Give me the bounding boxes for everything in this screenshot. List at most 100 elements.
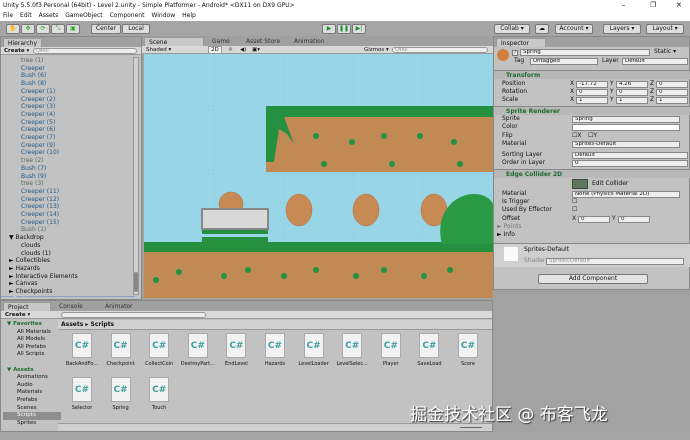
transform-header[interactable]: Transform xyxy=(494,70,690,79)
menu-file[interactable]: File xyxy=(3,12,13,19)
tab-asset-store[interactable]: Asset Store xyxy=(242,37,284,46)
lighting-icon[interactable]: ☼ xyxy=(228,46,233,54)
audio-icon[interactable]: ◀) xyxy=(240,46,246,54)
hierarchy-item[interactable]: Creeper (10) xyxy=(21,149,59,157)
project-search[interactable] xyxy=(61,312,206,318)
hierarchy-item[interactable]: Creeper (7) xyxy=(21,134,55,142)
hierarchy-item[interactable]: Bush (8) xyxy=(21,80,46,88)
project-folder[interactable]: Sprites xyxy=(3,420,61,428)
hierarchy-item[interactable]: Bush (6) xyxy=(21,72,46,80)
script-asset[interactable]: C# CollectCoin xyxy=(139,333,179,367)
pivot-local-button[interactable]: Local xyxy=(122,24,150,34)
tab-console[interactable]: Console xyxy=(55,302,87,311)
scale-x-field[interactable]: 1 xyxy=(576,97,608,104)
hierarchy-item[interactable]: ► Interactive Elements xyxy=(9,273,78,281)
sorting-layer-dropdown[interactable]: Default xyxy=(572,152,688,159)
breadcrumb-scripts[interactable]: Scripts xyxy=(91,321,115,328)
effects-icon[interactable]: ▣▾ xyxy=(252,46,260,54)
project-folder[interactable]: All Models xyxy=(3,336,61,344)
sprite-field[interactable]: Spring xyxy=(572,116,680,123)
menu-edit[interactable]: Edit xyxy=(20,12,32,19)
project-folder[interactable]: ▼ Favorites xyxy=(3,321,61,329)
rect-tool-icon[interactable]: ▣ xyxy=(66,24,80,34)
tab-game[interactable]: Game xyxy=(208,37,234,46)
script-asset[interactable]: C# SaveLoad xyxy=(409,333,449,367)
hierarchy-item[interactable]: Creeper (3) xyxy=(21,103,55,111)
static-toggle[interactable]: Static ▾ xyxy=(654,48,676,56)
hierarchy-item[interactable]: Bush (7) xyxy=(21,165,46,173)
hand-tool-icon[interactable]: ✋ xyxy=(6,24,20,34)
hierarchy-search[interactable]: Q▾All xyxy=(33,48,137,54)
project-folder[interactable]: All Materials xyxy=(3,329,61,337)
hierarchy-item[interactable]: clouds xyxy=(21,242,40,250)
hierarchy-item[interactable]: clouds (1) xyxy=(21,250,51,258)
breadcrumb-assets[interactable]: Assets xyxy=(61,321,83,328)
layers-dropdown[interactable]: Layers ▾ xyxy=(603,24,641,34)
project-folder[interactable]: Audio xyxy=(3,382,61,390)
move-tool-icon[interactable]: ✥ xyxy=(21,24,35,34)
tab-hierarchy[interactable]: Hierarchy xyxy=(3,38,43,47)
script-asset[interactable]: C# EndLevel xyxy=(216,333,256,367)
hierarchy-item[interactable]: ► Checkpoints xyxy=(9,288,52,296)
edit-collider-button[interactable] xyxy=(572,179,588,189)
menu-gameobject[interactable]: GameObject xyxy=(65,12,102,19)
menu-component[interactable]: Component xyxy=(110,12,145,19)
2d-toggle[interactable]: 2D xyxy=(208,46,222,54)
tab-project[interactable]: Project xyxy=(3,302,51,311)
tag-dropdown[interactable]: Untagged xyxy=(530,58,598,65)
icon-size-slider[interactable] xyxy=(460,427,482,428)
layout-dropdown[interactable]: Layout ▾ xyxy=(646,24,684,34)
hierarchy-item[interactable]: Creeper (4) xyxy=(21,111,55,119)
material-field[interactable]: Sprites-Default xyxy=(572,141,680,148)
hierarchy-item[interactable]: Creeper (5) xyxy=(21,119,55,127)
used-by-effector-checkbox[interactable]: ☐ xyxy=(572,206,577,214)
script-asset[interactable]: C# LevelSelec... xyxy=(332,333,372,367)
project-folder[interactable]: Animations xyxy=(3,374,61,382)
active-checkbox[interactable]: ✓ xyxy=(512,50,518,56)
scene-search[interactable]: Q▾All xyxy=(392,47,488,53)
hierarchy-item[interactable]: ► Hazards xyxy=(9,265,40,273)
menu-window[interactable]: Window xyxy=(151,12,175,19)
scene-view[interactable] xyxy=(144,54,493,298)
script-asset[interactable]: C# Player xyxy=(371,333,411,367)
script-asset[interactable]: C# Hazards xyxy=(255,333,295,367)
tab-animator[interactable]: Animator xyxy=(101,302,137,311)
pause-button[interactable]: ❚❚ xyxy=(337,24,351,34)
tab-inspector[interactable]: Inspector xyxy=(496,38,546,47)
add-component-button[interactable]: Add Component xyxy=(538,274,648,284)
script-asset[interactable]: C# Selector xyxy=(62,377,102,411)
is-trigger-checkbox[interactable]: ☐ xyxy=(572,198,577,206)
hierarchy-item[interactable]: Creeper (14) xyxy=(21,211,59,219)
project-folder[interactable]: All Prefabs xyxy=(3,344,61,352)
hierarchy-item[interactable]: ▼ Backdrop xyxy=(9,234,44,242)
tab-animation[interactable]: Animation xyxy=(290,37,329,46)
close-button[interactable]: ✕ xyxy=(676,0,682,11)
script-asset[interactable]: C# Spring xyxy=(101,377,141,411)
hierarchy-item[interactable]: Creeper (12) xyxy=(21,196,59,204)
script-asset[interactable]: C# BackAndFo... xyxy=(62,333,102,367)
minimize-button[interactable]: – xyxy=(622,0,626,11)
color-field[interactable] xyxy=(572,124,680,131)
rotation-y-field[interactable]: 0 xyxy=(616,89,648,96)
hierarchy-item[interactable]: Creeper (2) xyxy=(21,96,55,104)
hierarchy-item[interactable]: Creeper (11) xyxy=(21,188,59,196)
step-button[interactable]: ▶| xyxy=(352,24,366,34)
project-create-dropdown[interactable]: Create ▾ xyxy=(5,311,30,319)
gizmos-dropdown[interactable]: Gizmos ▾ xyxy=(364,46,389,54)
hierarchy-item[interactable]: Bush (1) xyxy=(21,226,46,234)
project-folder[interactable]: Scenes xyxy=(3,405,61,413)
edge-collider-header[interactable]: Edge Collider 2D xyxy=(494,169,690,178)
hierarchy-item[interactable]: Bush (9) xyxy=(21,173,46,181)
hierarchy-item[interactable]: tree (2) xyxy=(21,157,43,165)
menu-assets[interactable]: Assets xyxy=(39,12,59,19)
collider-material-field[interactable]: None (Physics Material 2D) xyxy=(572,191,680,198)
sprite-renderer-header[interactable]: Sprite Renderer xyxy=(494,106,690,115)
account-dropdown[interactable]: Account ▾ xyxy=(555,24,593,34)
points-foldout[interactable]: ► Points xyxy=(497,223,522,231)
script-asset[interactable]: C# Score xyxy=(448,333,488,367)
hierarchy-item[interactable]: tree (1) xyxy=(21,57,43,65)
hierarchy-item[interactable]: Spring xyxy=(1,295,135,297)
hierarchy-item[interactable]: Creeper (13) xyxy=(21,203,59,211)
scale-z-field[interactable]: 1 xyxy=(656,97,688,104)
collab-button[interactable]: Collab ▾ xyxy=(494,24,530,34)
